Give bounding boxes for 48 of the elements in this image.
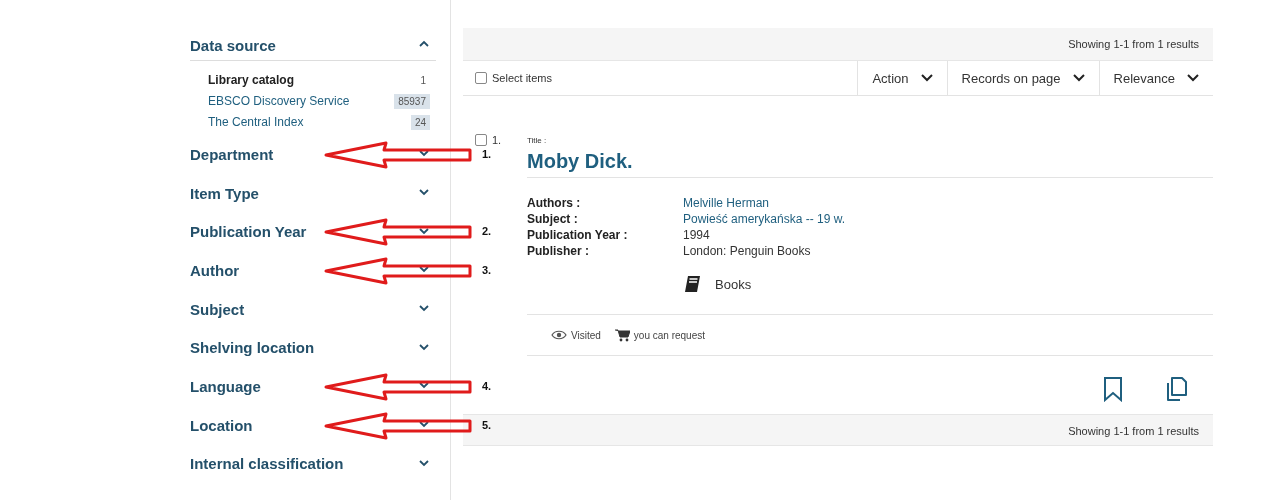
- field-label: Authors :: [527, 196, 582, 210]
- bookmark-icon[interactable]: [1103, 376, 1123, 402]
- field-label: Publication Year :: [527, 228, 629, 242]
- record-checkbox[interactable]: [475, 134, 487, 146]
- visited-status: Visited: [551, 329, 601, 341]
- item-count: 24: [410, 114, 430, 130]
- chevron-down-icon: [1187, 73, 1199, 83]
- annotation-number: 5.: [482, 418, 492, 431]
- data-source-link[interactable]: EBSCO Discovery Service: [208, 94, 350, 108]
- chevron-down-icon: [1072, 73, 1085, 83]
- chevron-down-icon: [920, 73, 933, 83]
- facet-title[interactable]: Department: [190, 145, 274, 163]
- field-value: 1994: [683, 228, 711, 242]
- format-label: Books: [715, 276, 752, 292]
- field-link[interactable]: Powieść amerykańska -- 19 w.: [683, 212, 1213, 226]
- record-title[interactable]: Moby Dick.: [527, 150, 1213, 173]
- results-summary: Showing 1-1 from 1 results: [1068, 38, 1199, 50]
- annotation-number: 2.: [482, 225, 492, 238]
- field-label: Publisher :: [527, 244, 590, 258]
- record-number: 1.: [492, 134, 502, 146]
- facet-title[interactable]: Language: [190, 377, 261, 395]
- facet-title[interactable]: Shelving location: [190, 339, 315, 357]
- facet-title[interactable]: Item Type: [190, 184, 259, 202]
- facet-title[interactable]: Publication Year: [190, 223, 307, 241]
- data-source-link[interactable]: The Central Index: [208, 115, 304, 129]
- annotation-number: 4.: [482, 380, 492, 393]
- title-label: Title :: [527, 136, 548, 145]
- cart-icon: [614, 328, 630, 342]
- field-link[interactable]: Melville Herman: [683, 196, 1213, 210]
- item-count: 85937: [394, 93, 430, 109]
- annotation-number: 3.: [482, 264, 492, 277]
- facet-title[interactable]: Internal classification: [190, 455, 344, 473]
- facet-title: Data source: [190, 36, 276, 54]
- request-status: you can request: [614, 328, 705, 342]
- results-summary: Showing 1-1 from 1 results: [1068, 425, 1199, 437]
- facet-title[interactable]: Subject: [190, 300, 245, 318]
- copy-icon[interactable]: [1165, 376, 1187, 402]
- field-value: London: Penguin Books: [683, 244, 812, 258]
- select-items-checkbox[interactable]: Select items: [463, 61, 858, 95]
- facet-title[interactable]: Author: [190, 261, 240, 279]
- eye-icon: [551, 330, 567, 340]
- field-label: Subject :: [527, 212, 579, 226]
- data-source-link[interactable]: Library catalog: [208, 73, 295, 87]
- facet-title[interactable]: Location: [190, 416, 253, 434]
- book-icon: [683, 274, 703, 294]
- item-count: 1: [419, 73, 427, 88]
- facet-header[interactable]: Data source: [190, 30, 436, 61]
- annotation-number: 1.: [482, 148, 492, 160]
